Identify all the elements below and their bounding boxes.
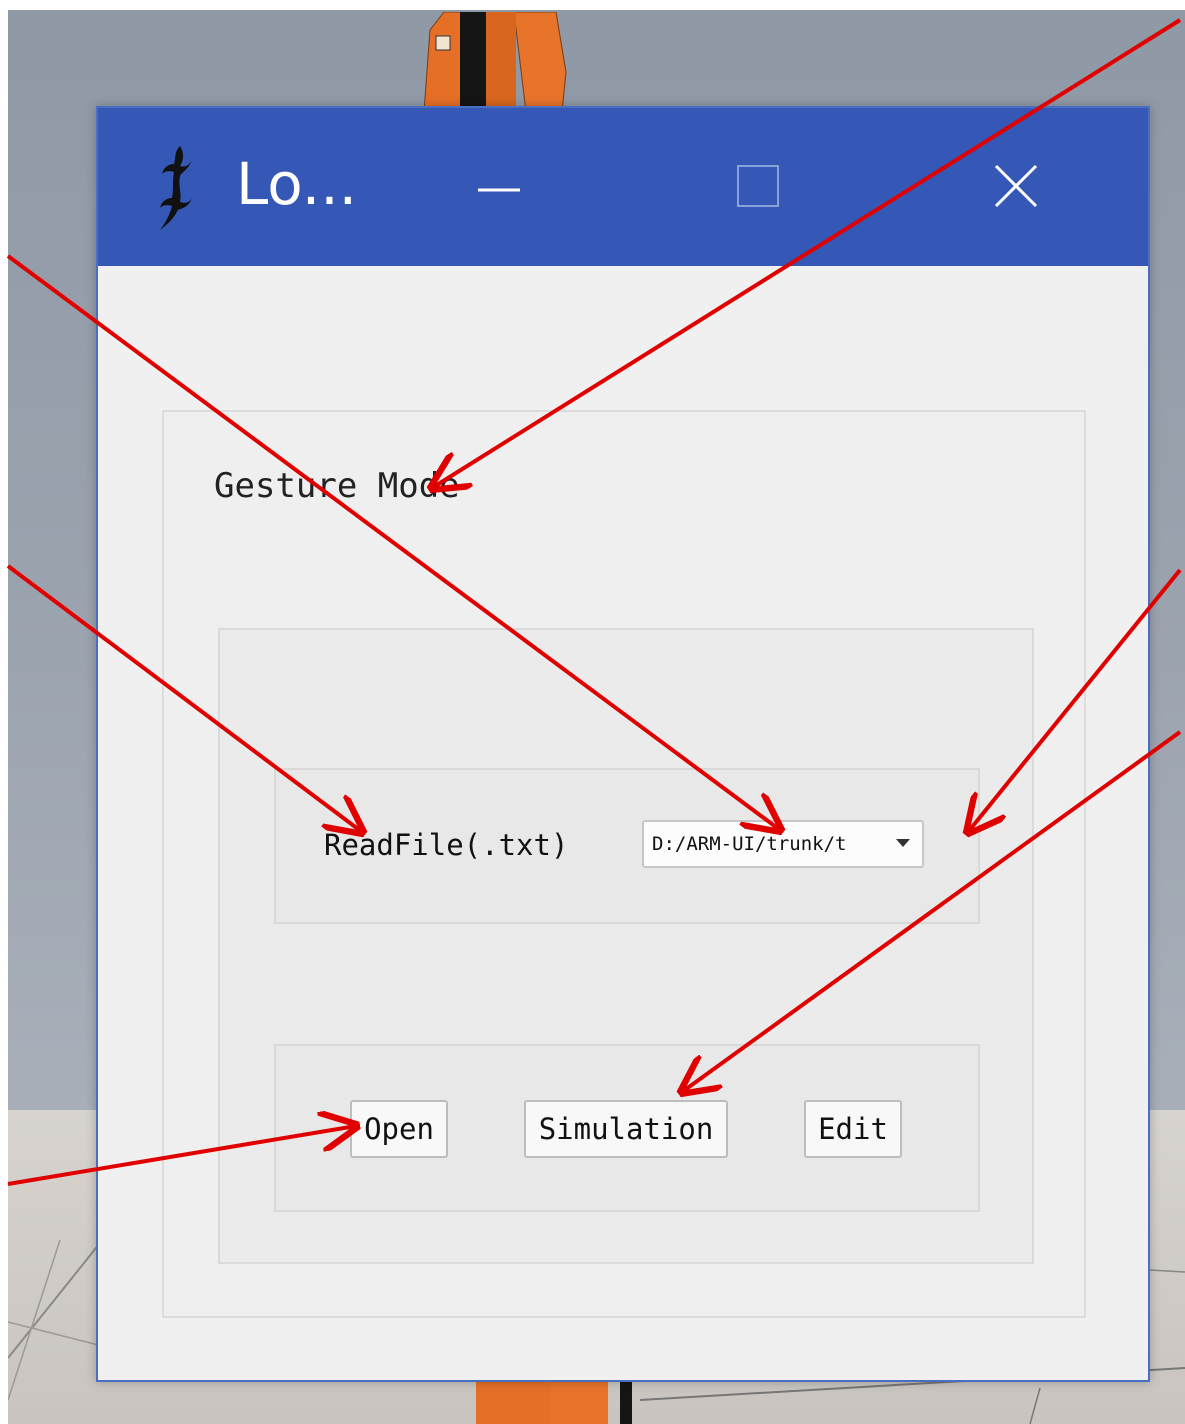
close-icon[interactable] [978,148,1058,228]
gesture-mode-inner-panel: ReadFile(.txt) D:/ARM-UI/trunk/t Open Si… [218,628,1034,1264]
gesture-mode-label: Gesture Mode [214,466,460,506]
gesture-mode-group: Gesture Mode ReadFile(.txt) D:/ARM-UI/tr… [162,410,1086,1318]
action-buttons-row: Open Simulation Edit [274,1044,980,1212]
simulation-button[interactable]: Simulation [524,1100,728,1158]
open-button[interactable]: Open [350,1100,448,1158]
read-file-label: ReadFile(.txt) [324,828,569,862]
robot-arm-bottom [476,1375,632,1424]
maximize-icon[interactable] [720,148,800,228]
window-title: Lo... [236,150,358,218]
file-path-dropdown[interactable]: D:/ARM-UI/trunk/t [642,820,924,868]
screen-border-left [0,0,8,1424]
load-dialog-window: Lo... Gesture Mode ReadFile(.txt) D:/ARM… [96,106,1150,1382]
file-path-value: D:/ARM-UI/trunk/t [652,833,847,855]
edit-button[interactable]: Edit [804,1100,902,1158]
chevron-down-icon[interactable] [896,839,910,847]
gecko-icon [160,146,192,230]
minimize-icon[interactable] [462,148,542,228]
window-content: Gesture Mode ReadFile(.txt) D:/ARM-UI/tr… [98,266,1148,1380]
screen-border-top [0,0,1185,10]
window-titlebar[interactable]: Lo... [98,108,1148,266]
read-file-row: ReadFile(.txt) D:/ARM-UI/trunk/t [274,768,980,924]
robot-arm-top [423,12,567,112]
